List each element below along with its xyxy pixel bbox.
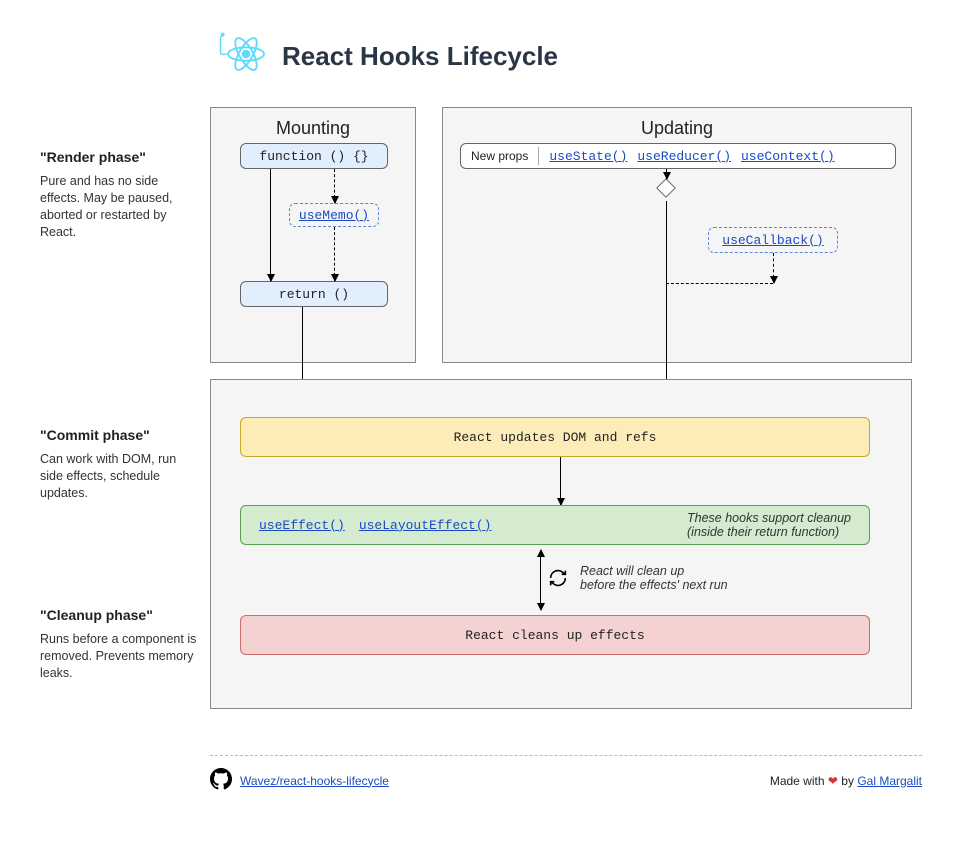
- arrow-fn-to-memo: [334, 169, 335, 203]
- usestate-link[interactable]: useState(): [549, 149, 627, 164]
- updating-heading: Updating: [443, 108, 911, 145]
- page-title: React Hooks Lifecycle: [282, 41, 558, 72]
- return-label: return (): [279, 287, 349, 302]
- repo-link[interactable]: Wavez/react-hooks-lifecycle: [240, 774, 389, 788]
- usecontext-link[interactable]: useContext(): [741, 149, 835, 164]
- commit-phase-text: Can work with DOM, run side effects, sch…: [40, 451, 200, 502]
- render-phase-title: "Render phase": [40, 149, 200, 165]
- arrow-fn-to-return: [270, 169, 271, 281]
- effects-box: useEffect() useLayoutEffect() These hook…: [240, 505, 870, 545]
- uselayouteffect-link[interactable]: useLayoutEffect(): [359, 518, 492, 533]
- arrow-effects-cleanup-bidir: [540, 550, 541, 610]
- usecallback-link[interactable]: useCallback(): [722, 233, 823, 248]
- usereducer-link[interactable]: useReducer(): [637, 149, 731, 164]
- cleanup-phase-text: Runs before a component is removed. Prev…: [40, 631, 200, 682]
- return-box: return (): [240, 281, 388, 307]
- usememo-link[interactable]: useMemo(): [299, 208, 369, 223]
- usememo-box[interactable]: useMemo(): [289, 203, 379, 227]
- author-link[interactable]: Gal Margalit: [857, 774, 922, 788]
- lifecycle-diagram: "Render phase" Pure and has no side effe…: [40, 107, 922, 747]
- render-phase-text: Pure and has no side effects. May be pau…: [40, 173, 200, 241]
- function-label: function () {}: [259, 149, 368, 164]
- updates-dom-box: React updates DOM and refs: [240, 417, 870, 457]
- arrow-triggers-to-diamond: [666, 169, 667, 179]
- cleanup-phase-title: "Cleanup phase": [40, 607, 200, 623]
- commit-phase-title: "Commit phase": [40, 427, 200, 443]
- mounting-heading: Mounting: [211, 108, 415, 145]
- arrow-memo-to-return: [334, 227, 335, 281]
- arrow-callback-merge: [666, 283, 773, 284]
- function-box: function () {}: [240, 143, 388, 169]
- cleanup-note: React will clean upbefore the effects' n…: [580, 564, 728, 592]
- useeffect-link[interactable]: useEffect(): [259, 518, 345, 533]
- updating-triggers-box: New props useState() useReducer() useCon…: [460, 143, 896, 169]
- react-logo-icon: [210, 30, 270, 83]
- new-props-label: New props: [471, 149, 528, 163]
- arrow-callback-down: [773, 253, 774, 283]
- heart-icon: ❤: [828, 774, 838, 788]
- github-icon: [210, 768, 232, 793]
- usecallback-box[interactable]: useCallback(): [708, 227, 838, 253]
- cleans-up-box: React cleans up effects: [240, 615, 870, 655]
- arrow-dom-to-effects: [560, 457, 561, 505]
- refresh-icon: [547, 567, 569, 594]
- effects-note: These hooks support cleanup(inside their…: [687, 511, 851, 539]
- footer-credit: Made with ❤ by Gal Margalit: [770, 774, 922, 788]
